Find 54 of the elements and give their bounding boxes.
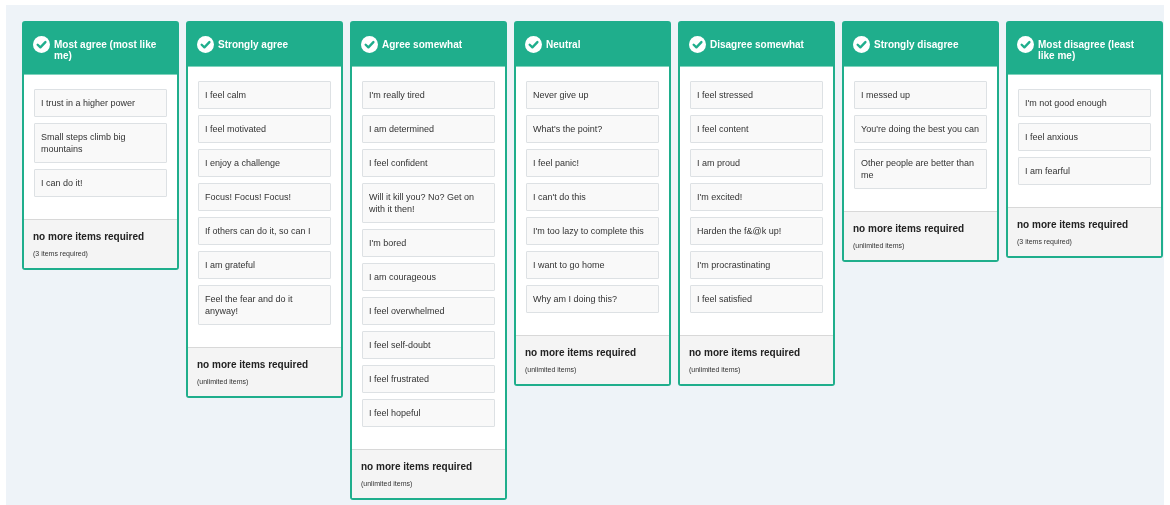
statement-card[interactable]: I'm bored bbox=[362, 229, 495, 257]
status-text: no more items required bbox=[33, 230, 146, 244]
statement-card[interactable]: I feel stressed bbox=[690, 81, 823, 109]
statement-card[interactable]: I feel anxious bbox=[1018, 123, 1151, 151]
statement-card[interactable]: Feel the fear and do it anyway! bbox=[198, 285, 331, 325]
statement-card[interactable]: I want to go home bbox=[526, 251, 659, 279]
statement-card[interactable]: I am proud bbox=[690, 149, 823, 177]
statement-card[interactable]: I trust in a higher power bbox=[34, 89, 167, 117]
statement-card[interactable]: I am grateful bbox=[198, 251, 331, 279]
statement-card[interactable]: What's the point? bbox=[526, 115, 659, 143]
statement-card[interactable]: I messed up bbox=[854, 81, 987, 109]
statement-card[interactable]: I feel overwhelmed bbox=[362, 297, 495, 325]
status-text: no more items required bbox=[361, 460, 474, 474]
statement-card[interactable]: I'm procrastinating bbox=[690, 251, 823, 279]
statement-card[interactable]: I am determined bbox=[362, 115, 495, 143]
status-text: no more items required bbox=[197, 358, 310, 372]
statement-card[interactable]: Why am I doing this? bbox=[526, 285, 659, 313]
column-title: Most disagree (least like me) bbox=[1038, 38, 1136, 61]
column-title: Neutral bbox=[546, 38, 581, 50]
statement-card[interactable]: I'm not good enough bbox=[1018, 89, 1151, 117]
statement-card[interactable]: If others can do it, so can I bbox=[198, 217, 331, 245]
status-text: no more items required bbox=[1017, 218, 1130, 232]
statement-card[interactable]: Harden the f&@k up! bbox=[690, 217, 823, 245]
statement-card[interactable]: I feel content bbox=[690, 115, 823, 143]
status-text: no more items required bbox=[689, 346, 802, 360]
statement-card[interactable]: I feel self-doubt bbox=[362, 331, 495, 359]
status-text: no more items required bbox=[525, 346, 638, 360]
column-title: Strongly disagree bbox=[874, 38, 959, 50]
statement-card[interactable]: I feel frustrated bbox=[362, 365, 495, 393]
statement-card[interactable]: I feel satisfied bbox=[690, 285, 823, 313]
column-title: Agree somewhat bbox=[382, 38, 463, 50]
statement-card[interactable]: I enjoy a challenge bbox=[198, 149, 331, 177]
statement-card[interactable]: I feel hopeful bbox=[362, 399, 495, 427]
statement-card[interactable]: Other people are better than me bbox=[854, 149, 987, 189]
statement-card[interactable]: I am courageous bbox=[362, 263, 495, 291]
statement-card[interactable]: Never give up bbox=[526, 81, 659, 109]
statement-card[interactable]: You're doing the best you can bbox=[854, 115, 987, 143]
statement-card[interactable]: Focus! Focus! Focus! bbox=[198, 183, 331, 211]
statement-card[interactable]: I am fearful bbox=[1018, 157, 1151, 185]
statement-card[interactable]: I'm too lazy to complete this bbox=[526, 217, 659, 245]
statement-card[interactable]: I can't do this bbox=[526, 183, 659, 211]
statement-card[interactable]: I feel motivated bbox=[198, 115, 331, 143]
statement-card[interactable]: Will it kill you? No? Get on with it then! bbox=[362, 183, 495, 223]
column-title: Strongly agree bbox=[218, 38, 289, 50]
statement-card[interactable]: I'm excited! bbox=[690, 183, 823, 211]
status-text: no more items required bbox=[853, 222, 966, 236]
statement-card[interactable]: Small steps climb big mountains bbox=[34, 123, 167, 163]
column-title: Disagree somewhat bbox=[710, 38, 804, 50]
statement-card[interactable]: I feel panic! bbox=[526, 149, 659, 177]
statement-card[interactable]: I can do it! bbox=[34, 169, 167, 197]
column-title: Most agree (most like me) bbox=[54, 38, 158, 61]
statement-card[interactable]: I feel calm bbox=[198, 81, 331, 109]
statement-card[interactable]: I'm really tired bbox=[362, 81, 495, 109]
statement-card[interactable]: I feel confident bbox=[362, 149, 495, 177]
